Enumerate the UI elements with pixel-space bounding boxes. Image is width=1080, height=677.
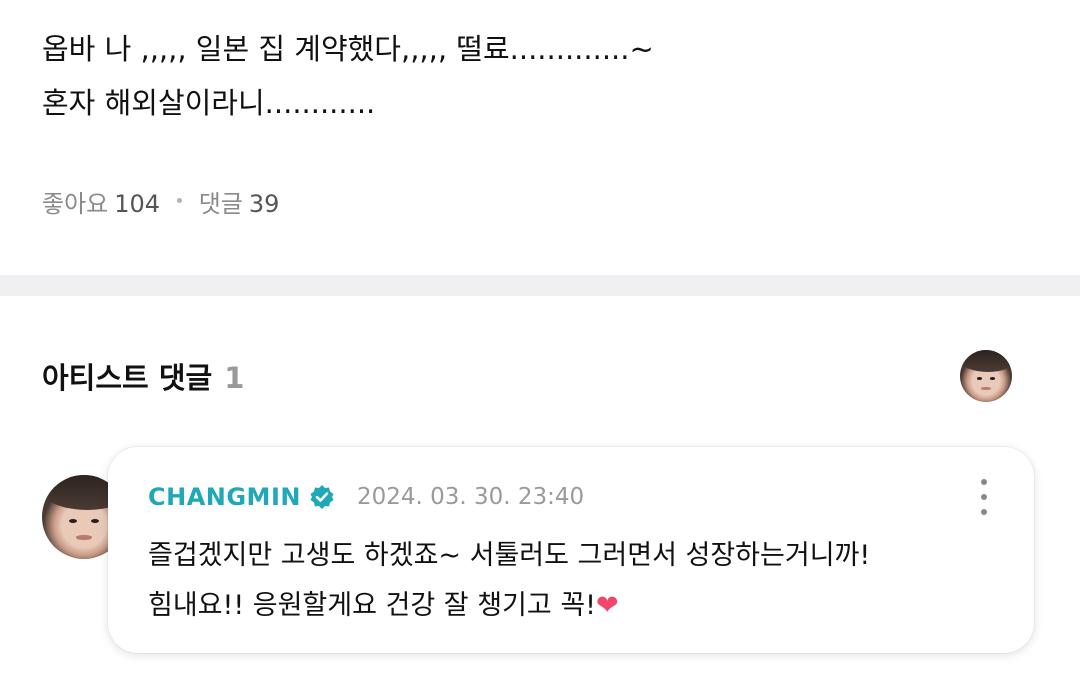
comment-line-1: 즐겁겠지만 고생도 하겠죠~ 서툴러도 그러면서 성장하는거니까!: [148, 540, 871, 571]
stats-separator: •: [174, 191, 185, 212]
post-line-1: 옵바 나 ,,,,, 일본 집 계약했다,,,,, 떨료............…: [42, 32, 654, 66]
comments-button[interactable]: 댓글 39: [199, 184, 280, 219]
artist-comment-card: CHANGMIN 2024. 03. 30. 23:40 즐겁겠지만 고생도 하…: [108, 447, 1034, 653]
artist-comments-count: 1: [224, 361, 245, 395]
likes-count: 104: [114, 190, 161, 218]
artist-avatar-small[interactable]: [960, 350, 1012, 402]
post-body: 옵바 나 ,,,,, 일본 집 계약했다,,,,, 떨료............…: [42, 22, 1042, 130]
verified-badge-icon: [309, 484, 335, 510]
likes-button[interactable]: 좋아요 104: [42, 184, 160, 219]
comment-text: 즐겁겠지만 고생도 하겠죠~ 서툴러도 그러면서 성장하는거니까! 힘내요!! …: [148, 531, 1008, 631]
comment-timestamp: 2024. 03. 30. 23:40: [356, 484, 585, 510]
comment-header: CHANGMIN 2024. 03. 30. 23:40: [148, 483, 584, 511]
section-divider: [0, 275, 1080, 296]
comments-label: 댓글: [198, 190, 243, 218]
post-stats: 좋아요 104 • 댓글 39: [42, 184, 279, 219]
artist-comments-header: 아티스트 댓글 1: [42, 355, 244, 397]
heart-emoji: ❤: [595, 590, 619, 621]
more-vertical-icon[interactable]: [972, 479, 996, 515]
likes-label: 좋아요: [42, 190, 109, 218]
comment-line-2: 힘내요!! 응원할게요 건강 잘 챙기고 꼭!❤: [148, 581, 1008, 631]
comment-line-2-text: 힘내요!! 응원할게요 건강 잘 챙기고 꼭!: [148, 590, 596, 621]
artist-comments-title: 아티스트 댓글: [42, 361, 213, 395]
post-line-2: 혼자 해외살이라니............: [42, 86, 376, 120]
comments-count: 39: [248, 190, 280, 218]
comment-author[interactable]: CHANGMIN: [148, 483, 301, 511]
